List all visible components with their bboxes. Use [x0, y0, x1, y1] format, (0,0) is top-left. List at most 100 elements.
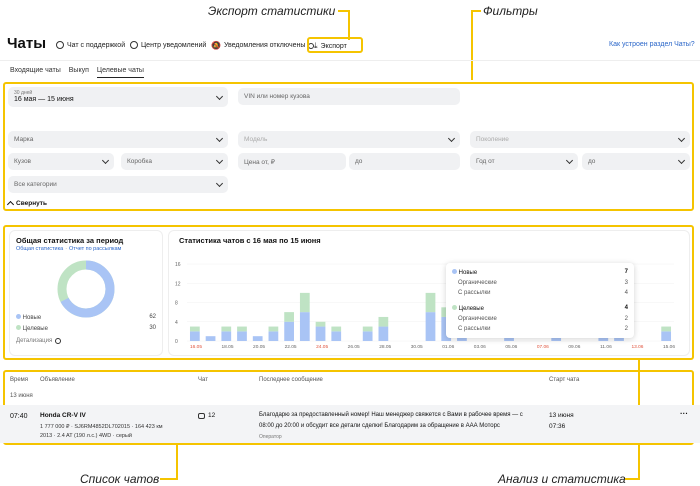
tooltip-organic2-label: Органические	[458, 316, 497, 322]
summary-card: Общая статистика за период Общая статист…	[9, 230, 163, 356]
row-message-line1: Благодарю за предоставленный номер! Наш …	[259, 412, 523, 418]
bar-new	[425, 312, 436, 341]
bar-target	[331, 326, 342, 332]
bar-new	[362, 331, 373, 341]
legend-dot	[16, 325, 21, 330]
bar-target	[284, 312, 294, 322]
chat-bubble-icon	[198, 412, 205, 419]
tab-incoming[interactable]: Входящие чаты	[10, 67, 61, 78]
gearbox-select[interactable]: Коробка	[121, 153, 228, 170]
period-select[interactable]: 30 дней 16 мая — 15 июня	[8, 87, 228, 107]
col-last-message: Последнее сообщение	[259, 377, 323, 383]
row-message-author: Оператор	[259, 434, 282, 440]
chevron-down-icon	[215, 179, 224, 188]
x-tick-label: 11.06	[600, 344, 612, 350]
y-tick-label: 8	[175, 301, 178, 307]
vin-input[interactable]: VIN или номер кузова	[238, 88, 460, 105]
chevron-down-icon	[447, 134, 456, 143]
bar-new	[189, 331, 200, 341]
bar-new	[331, 331, 342, 341]
tooltip-organic1-label: Органические	[458, 280, 497, 286]
notifications-toggle[interactable]: 🔕 Уведомления отключены	[211, 41, 315, 50]
link-separator: ·	[65, 246, 68, 252]
callout-analytics: Анализ и статистика	[498, 472, 626, 486]
category-label: Все категории	[14, 181, 57, 188]
callout-line	[160, 478, 178, 480]
body-select[interactable]: Кузов	[8, 153, 114, 170]
x-tick-label: 28.05	[379, 344, 391, 350]
x-tick-label: 09.06	[568, 344, 580, 350]
summary-links: Общая статистика · Отчет по рассылкам	[16, 246, 121, 252]
col-ad: Объявление	[40, 377, 75, 383]
price-from-input[interactable]: Цена от, ₽	[238, 153, 346, 170]
tooltip-target-label: Целевые	[458, 306, 484, 312]
row-car-specs: 2013 · 2.4 AT (190 л.с.) 4WD · серый	[40, 433, 132, 439]
legend-new-label: Новые	[22, 315, 42, 321]
y-tick-label: 16	[175, 262, 181, 268]
legend-dot	[452, 269, 457, 274]
bar-target	[362, 326, 373, 332]
help-link[interactable]: Как устроен раздел Чаты?	[609, 41, 695, 48]
notification-center-button[interactable]: Центр уведомлений	[130, 41, 206, 49]
export-highlight	[307, 37, 363, 53]
chevron-down-icon	[677, 134, 686, 143]
chevron-down-icon	[215, 156, 224, 165]
x-tick-label: 16.05	[190, 344, 202, 350]
tooltip-new-label: Новые	[458, 270, 478, 276]
bar-new	[299, 312, 310, 341]
chart-tooltip: Новые 7 Органические 3 С рассылки 4 Целевые…	[446, 263, 634, 338]
price-to-input[interactable]: до	[349, 153, 460, 170]
callout-line	[176, 445, 178, 479]
x-tick-label: 26.05	[348, 344, 360, 350]
divider	[0, 60, 700, 61]
x-tick-label: 05.06	[505, 344, 517, 350]
support-chat-button[interactable]: Чат с поддержкой	[56, 41, 125, 49]
x-tick-label: 24.05	[316, 344, 328, 350]
year-from-select[interactable]: Год от	[470, 153, 578, 170]
category-select[interactable]: Все категории	[8, 176, 228, 193]
bar-new	[315, 326, 326, 341]
tooltip-mailing2-label: С рассылки	[458, 326, 491, 332]
general-stats-link[interactable]: Общая статистика	[16, 246, 63, 252]
price-to-placeholder: до	[355, 158, 363, 165]
collapse-filters-button[interactable]: Свернуть	[6, 200, 47, 209]
tab-buyout[interactable]: Выкуп	[69, 67, 89, 78]
bar-target	[425, 292, 436, 313]
callout-chat-list: Список чатов	[80, 472, 160, 486]
tooltip-mailing1-row: С рассылки 4	[458, 290, 628, 296]
page-title: Чаты	[7, 35, 47, 52]
bar-new	[221, 331, 232, 341]
year-to-select[interactable]: до	[582, 153, 690, 170]
y-tick-label: 0	[175, 339, 178, 345]
tooltip-target-value: 4	[624, 305, 628, 311]
bar-new	[378, 326, 389, 341]
legend-target-label: Целевые	[22, 326, 48, 332]
date-group: 13 июня	[10, 393, 33, 399]
year-to-label: до	[588, 158, 596, 165]
model-select[interactable]: Модель	[238, 131, 460, 148]
row-car-title[interactable]: Honda CR-V IV	[40, 412, 86, 419]
generation-label: Поколение	[476, 136, 509, 143]
generation-select[interactable]: Поколение	[470, 131, 690, 148]
details-label: Детализация	[16, 338, 53, 344]
x-tick-label: 22.05	[285, 344, 297, 350]
bar-new	[284, 321, 294, 341]
more-options-icon[interactable]: ···	[680, 409, 688, 418]
tooltip-new-row: Новые 7	[452, 269, 628, 276]
row-start-time: 07:36	[549, 423, 566, 430]
legend-dot	[16, 314, 21, 319]
y-tick-label: 4	[175, 320, 178, 326]
model-label: Модель	[244, 136, 268, 143]
tab-bar: Входящие чаты Выкуп Целевые чаты	[10, 67, 144, 78]
callout-export: Экспорт статистики	[208, 4, 336, 18]
col-time: Время	[10, 377, 29, 383]
mailing-report-link[interactable]: Отчет по рассылкам	[69, 246, 121, 252]
x-tick-label: 01.06	[442, 344, 454, 350]
x-tick-label: 20.05	[253, 344, 265, 350]
notification-center-label: Центр уведомлений	[141, 41, 207, 49]
details-button[interactable]: Детализация	[16, 338, 62, 344]
chevron-down-icon	[101, 156, 110, 165]
bar-new	[661, 331, 672, 341]
brand-select[interactable]: Марка	[8, 131, 228, 148]
tab-target[interactable]: Целевые чаты	[96, 67, 144, 78]
